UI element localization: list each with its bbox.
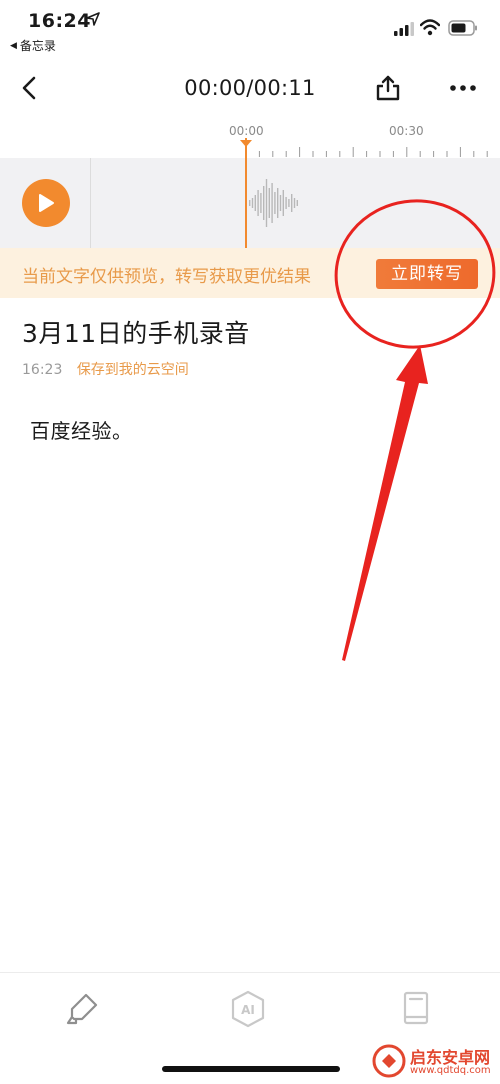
timeline-ruler[interactable]: 00:00 00:30: [0, 118, 500, 158]
cellular-signal-icon: [394, 22, 414, 36]
location-arrow-icon: [86, 12, 100, 26]
waveform-bar: [285, 197, 287, 209]
waveform-bar: [282, 190, 284, 216]
transcribe-now-button[interactable]: 立即转写: [376, 259, 478, 289]
waveform-bar: [271, 183, 273, 223]
waveform-bar: [249, 200, 251, 206]
back-app-label: 备忘录: [19, 39, 56, 53]
wifi-icon: [420, 19, 440, 36]
save-to-cloud-link[interactable]: 保存到我的云空间: [77, 362, 189, 378]
audio-waveform: [249, 179, 298, 227]
waveform-bar: [263, 186, 265, 220]
waveform-bar: [257, 190, 259, 216]
waveform-bar: [254, 195, 256, 211]
play-button[interactable]: [22, 179, 70, 227]
waveform-bar: [265, 179, 268, 227]
waveform-bar: [260, 193, 262, 213]
back-triangle-icon: ◀: [10, 40, 17, 51]
recording-time: 16:23: [22, 362, 63, 378]
recording-meta: 16:23 保存到我的云空间: [22, 359, 189, 379]
waveform-panel[interactable]: [0, 138, 500, 248]
waveform-bar: [251, 198, 254, 208]
play-icon: [39, 194, 54, 212]
playhead[interactable]: [245, 138, 247, 248]
recording-title[interactable]: 3月11日的手机录音: [22, 314, 250, 350]
status-time: 16:24: [28, 10, 91, 32]
share-icon[interactable]: [374, 74, 402, 102]
notebook-icon[interactable]: [396, 989, 436, 1029]
preview-banner: 当前文字仅供预览，转写获取更优结果 立即转写: [0, 248, 500, 298]
back-to-app-link[interactable]: ◀ 备忘录: [10, 37, 56, 54]
watermark: 启东安卓网 www.qdtdq.com: [370, 1042, 498, 1082]
waveform-bar: [291, 194, 293, 212]
waveform-bar: [296, 200, 298, 206]
battery-icon: [448, 20, 477, 36]
timeline-ticks: [240, 140, 488, 157]
waveform-bar: [293, 198, 296, 208]
waveform-bar: [268, 188, 270, 218]
nav-bar: 00:00/00:11: [0, 64, 500, 114]
waveform-bar: [288, 199, 290, 207]
transcript-text[interactable]: 百度经验。: [30, 415, 133, 444]
waveform-bar: [277, 188, 279, 218]
home-indicator[interactable]: [162, 1066, 340, 1072]
status-bar: 16:24 ◀ 备忘录: [0, 0, 500, 60]
more-options-icon[interactable]: [448, 76, 478, 100]
ai-icon[interactable]: AI: [228, 989, 268, 1029]
waveform-bar: [274, 192, 276, 214]
highlighter-icon[interactable]: [62, 989, 102, 1029]
banner-text: 当前文字仅供预览，转写获取更优结果: [22, 267, 311, 287]
svg-text:AI: AI: [241, 1003, 255, 1017]
watermark-url: www.qdtdq.com: [410, 1065, 491, 1076]
playback-time: 00:00/00:11: [184, 76, 316, 100]
watermark-logo-icon: [372, 1044, 406, 1078]
divider: [90, 158, 91, 248]
waveform-bar: [279, 195, 282, 211]
